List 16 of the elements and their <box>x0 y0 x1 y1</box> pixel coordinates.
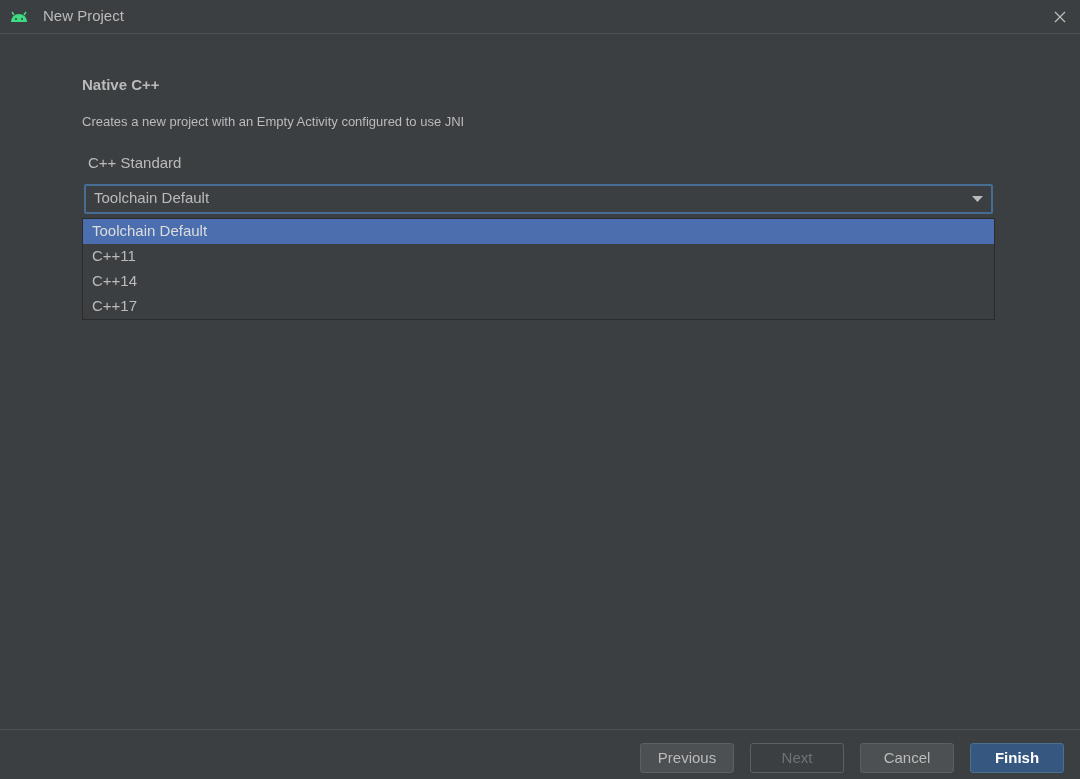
dropdown-option[interactable]: C++11 <box>83 243 994 269</box>
dropdown-option[interactable]: Toolchain Default <box>83 218 994 244</box>
window-title: New Project <box>43 6 124 27</box>
android-logo-icon <box>10 10 28 23</box>
dropdown-option[interactable]: C++17 <box>83 293 994 319</box>
dialog-button[interactable]: Cancel <box>860 743 954 773</box>
dropdown-option[interactable]: C++14 <box>83 268 994 294</box>
dropdown-value: Toolchain Default <box>94 188 211 209</box>
caret-icon <box>972 195 983 202</box>
section-heading: Native C++ <box>82 75 161 95</box>
dialog-button[interactable]: Previous <box>640 743 734 773</box>
dialog-button[interactable]: Finish <box>970 743 1064 773</box>
cpp-standard-dropdown[interactable]: Toolchain Default <box>84 183 993 214</box>
field-label: C++ Standard <box>88 153 183 173</box>
description-text: Creates a new project with an Empty Activity configured to use JNI <box>82 112 466 131</box>
close-icon <box>1054 10 1066 23</box>
